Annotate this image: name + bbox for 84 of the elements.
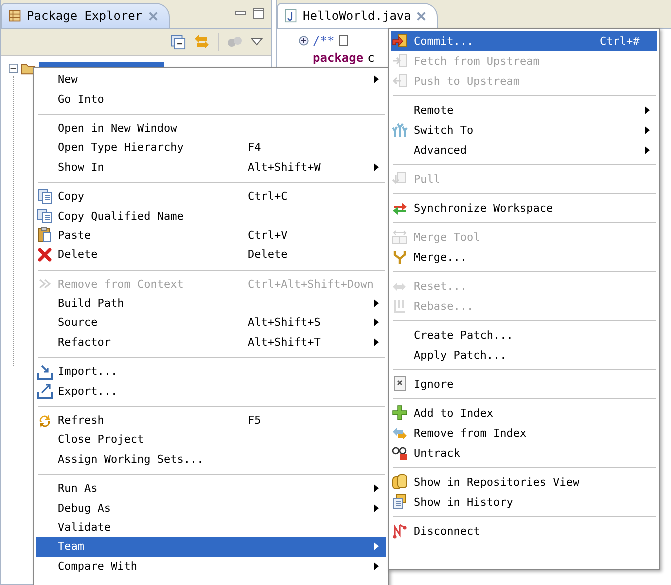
- glasses-icon: [392, 445, 408, 461]
- menu-item[interactable]: Source Alt+Shift+S: [36, 313, 386, 333]
- menu-item[interactable]: Switch To: [391, 120, 657, 140]
- plus-icon: [392, 405, 408, 421]
- menu-item[interactable]: Show in History: [391, 492, 657, 512]
- menu-item[interactable]: Create Patch...: [391, 325, 657, 345]
- menu-item[interactable]: Debug As: [36, 498, 386, 518]
- menu-item[interactable]: Go Into: [36, 89, 386, 109]
- refresh-icon: [37, 412, 53, 429]
- menu-item[interactable]: Disconnect: [391, 521, 657, 541]
- menu-item[interactable]: Show in Repositories View: [391, 472, 657, 492]
- menu-item[interactable]: Copy Ctrl+C: [36, 186, 386, 206]
- menu-item[interactable]: Refresh F5: [36, 410, 386, 430]
- delete-icon: [37, 246, 53, 263]
- menu-item[interactable]: Synchronize Workspace: [391, 198, 657, 218]
- menu-item[interactable]: Remove from Index: [391, 423, 657, 443]
- clipboard-icon: [37, 227, 53, 244]
- submenu-arrow-icon: [374, 338, 379, 347]
- code-keyword: package: [312, 50, 364, 64]
- copy-icon: [37, 208, 53, 224]
- submenu-arrow-icon: [645, 106, 650, 114]
- menu-item[interactable]: Merge...: [391, 247, 657, 267]
- folded-marker-icon[interactable]: [338, 35, 348, 46]
- arrow-out-icon: [392, 73, 408, 89]
- branches-icon: [392, 122, 408, 138]
- copy-icon: [37, 188, 53, 205]
- menu-item[interactable]: Compare With: [36, 556, 386, 576]
- menu-item[interactable]: Show In Alt+Shift+W: [36, 158, 386, 177]
- menu-item[interactable]: Open Type Hierarchy F4: [36, 138, 386, 158]
- menu-item[interactable]: Import...: [36, 362, 386, 382]
- arrow-box-icon: [392, 33, 408, 49]
- submenu-arrow-icon: [645, 146, 650, 154]
- document-icon: [392, 494, 408, 510]
- arrow-in-icon: [392, 53, 408, 69]
- document-icon: [392, 376, 408, 392]
- menu-item[interactable]: Team: [36, 537, 386, 557]
- menu-item[interactable]: Assign Working Sets...: [36, 450, 386, 470]
- window-panes-icon: [392, 229, 408, 245]
- import-icon: [37, 364, 53, 380]
- menu-item[interactable]: Validate: [36, 518, 386, 538]
- menu-item[interactable]: Build Path: [36, 294, 386, 314]
- menu-item[interactable]: Add to Index: [391, 403, 657, 423]
- disconnect-icon: [392, 523, 408, 539]
- menu-item[interactable]: Advanced: [391, 140, 657, 160]
- package-icon: [8, 9, 22, 23]
- submenu-arrow-icon: [374, 162, 379, 172]
- menu-item[interactable]: Ignore: [391, 374, 657, 394]
- menu-item[interactable]: New: [36, 70, 386, 90]
- submenu-arrow-icon: [374, 504, 379, 513]
- menu-item[interactable]: Apply Patch...: [391, 345, 657, 365]
- menu-item[interactable]: Delete Delete: [36, 245, 386, 265]
- collapse-all-icon[interactable]: [171, 34, 186, 50]
- menu-item[interactable]: Untrack: [391, 443, 657, 463]
- menu-item[interactable]: Export...: [36, 381, 386, 401]
- submenu-arrow-icon: [374, 542, 379, 552]
- merge-icon: [392, 249, 408, 265]
- view-tab[interactable]: Package Explorer: [1, 3, 170, 28]
- submenu-arrow-icon: [374, 484, 379, 494]
- code-text: c: [368, 50, 375, 64]
- arrow-down-icon: [392, 171, 408, 187]
- java-file-icon: [284, 9, 298, 23]
- code-comment: /**: [313, 34, 335, 48]
- export-icon: [37, 383, 53, 400]
- menu-item[interactable]: Commit... Ctrl+#: [391, 31, 657, 51]
- expand-icon[interactable]: [299, 36, 309, 46]
- editor-tab[interactable]: HelloWorld.java: [277, 3, 438, 28]
- sync-arrows-icon: [392, 200, 408, 216]
- menu-item[interactable]: Remote: [391, 100, 657, 120]
- close-icon[interactable]: [416, 10, 428, 22]
- cylinders-icon: [392, 474, 408, 490]
- menu-item[interactable]: Run As: [36, 479, 386, 498]
- menu-item[interactable]: Refactor Alt+Shift+T: [36, 332, 386, 352]
- menu-item[interactable]: Open in New Window: [36, 118, 386, 138]
- collapse-icon[interactable]: [9, 64, 18, 72]
- close-icon[interactable]: [148, 10, 159, 22]
- menu-item[interactable]: Copy Qualified Name: [36, 206, 386, 226]
- submenu-arrow-icon: [374, 562, 379, 571]
- menu-item[interactable]: Paste Ctrl+V: [36, 226, 386, 246]
- submenu-arrow-icon: [645, 126, 650, 134]
- submenu-arrow-icon: [374, 75, 379, 84]
- view-menu-icon[interactable]: [251, 36, 263, 48]
- maximize-icon[interactable]: [253, 8, 265, 20]
- menu-item[interactable]: Close Project: [36, 430, 386, 450]
- rebase-icon: [392, 298, 408, 314]
